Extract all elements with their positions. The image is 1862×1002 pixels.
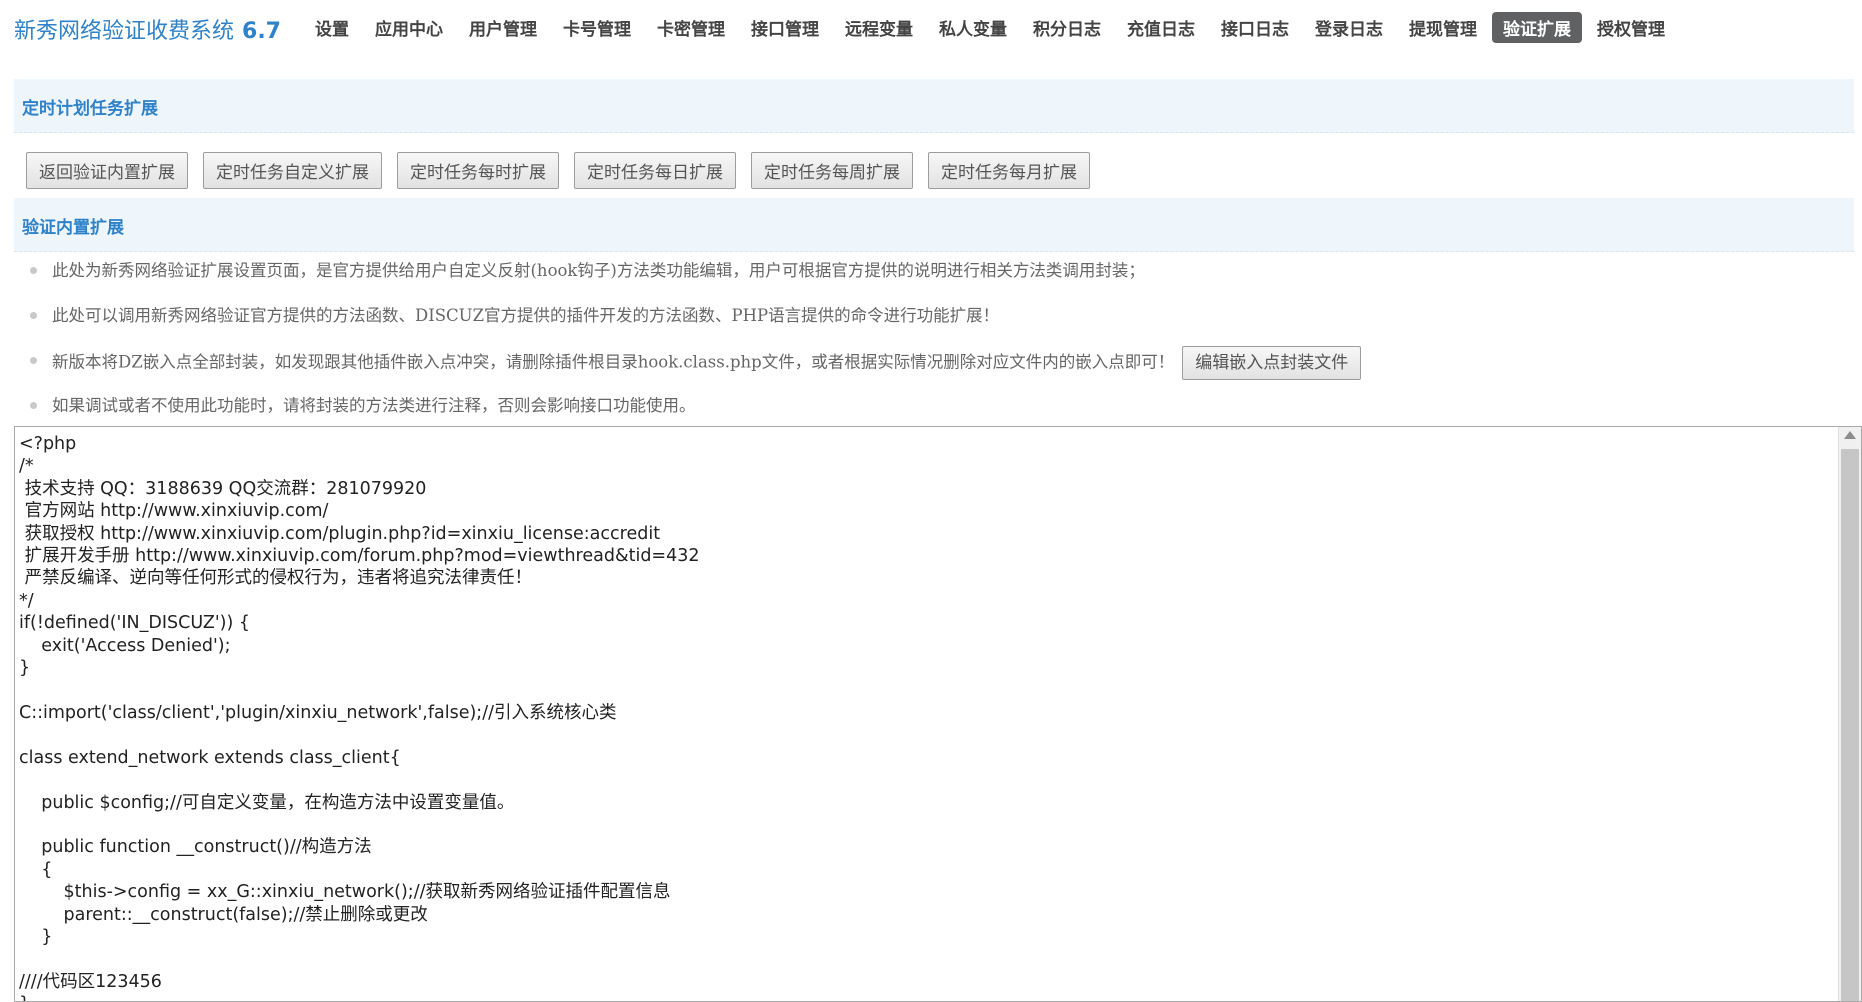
- note-text: 新版本将DZ嵌入点全部封装，如发现跟其他插件嵌入点冲突，请删除插件根目录hook…: [52, 352, 1175, 372]
- nav-item-card-number-management[interactable]: 卡号管理: [552, 12, 642, 43]
- scroll-up-arrow-icon[interactable]: [1844, 431, 1856, 439]
- cron-custom-button[interactable]: 定时任务自定义扩展: [203, 152, 382, 189]
- note-text: 如果调试或者不使用此功能时，请将封装的方法类进行注释，否则会影响接口功能使用。: [52, 396, 696, 415]
- note-text: 此处为新秀网络验证扩展设置页面，是官方提供给用户自定义反射(hook钩子)方法类…: [52, 261, 1145, 280]
- note-text: 此处可以调用新秀网络验证官方提供的方法函数、DISCUZ官方提供的插件开发的方法…: [52, 306, 1000, 325]
- main-nav: 设置 应用中心 用户管理 卡号管理 卡密管理 接口管理 远程变量 私人变量 积分…: [304, 12, 1680, 43]
- cron-section-title: 定时计划任务扩展: [22, 99, 158, 119]
- nav-item-verification-extension[interactable]: 验证扩展: [1492, 12, 1582, 43]
- brand-title: 新秀网络验证收费系统 6.7: [14, 13, 281, 45]
- brand-name: 新秀网络验证收费系统: [14, 19, 235, 44]
- code-editor-content[interactable]: <?php /* 技术支持 QQ：3188639 QQ交流群：281079920…: [19, 433, 1835, 1001]
- code-editor[interactable]: <?php /* 技术支持 QQ：3188639 QQ交流群：281079920…: [14, 426, 1862, 1002]
- nav-item-api-log[interactable]: 接口日志: [1210, 12, 1300, 43]
- scrollbar-thumb[interactable]: [1841, 449, 1859, 1001]
- nav-item-card-key-management[interactable]: 卡密管理: [646, 12, 736, 43]
- nav-item-user-management[interactable]: 用户管理: [458, 12, 548, 43]
- notes-list: 此处为新秀网络验证扩展设置页面，是官方提供给用户自定义反射(hook钩子)方法类…: [26, 256, 1846, 436]
- nav-item-private-variables[interactable]: 私人变量: [928, 12, 1018, 43]
- top-navigation-bar: 新秀网络验证收费系统 6.7 设置 应用中心 用户管理 卡号管理 卡密管理 接口管…: [0, 0, 1862, 56]
- cron-hourly-button[interactable]: 定时任务每时扩展: [397, 152, 559, 189]
- cron-monthly-button[interactable]: 定时任务每月扩展: [928, 152, 1090, 189]
- cron-daily-button[interactable]: 定时任务每日扩展: [574, 152, 736, 189]
- list-item: 此处为新秀网络验证扩展设置页面，是官方提供给用户自定义反射(hook钩子)方法类…: [26, 256, 1846, 301]
- nav-item-settings[interactable]: 设置: [304, 12, 360, 43]
- nav-item-app-center[interactable]: 应用中心: [364, 12, 454, 43]
- nav-item-api-management[interactable]: 接口管理: [740, 12, 830, 43]
- nav-item-remote-variables[interactable]: 远程变量: [834, 12, 924, 43]
- cron-section-header: 定时计划任务扩展: [14, 79, 1854, 133]
- list-item: 新版本将DZ嵌入点全部封装，如发现跟其他插件嵌入点冲突，请删除插件根目录hook…: [26, 346, 1846, 391]
- extension-button-row: 返回验证内置扩展 定时任务自定义扩展 定时任务每时扩展 定时任务每日扩展 定时任…: [26, 152, 1090, 189]
- back-to-builtin-button[interactable]: 返回验证内置扩展: [26, 152, 188, 189]
- editor-scrollbar[interactable]: [1838, 427, 1861, 1001]
- nav-item-withdrawal-management[interactable]: 提现管理: [1398, 12, 1488, 43]
- nav-item-login-log[interactable]: 登录日志: [1304, 12, 1394, 43]
- edit-hook-file-button[interactable]: 编辑嵌入点封装文件: [1182, 346, 1362, 380]
- builtin-section-header: 验证内置扩展: [14, 198, 1854, 252]
- list-item: 此处可以调用新秀网络验证官方提供的方法函数、DISCUZ官方提供的插件开发的方法…: [26, 301, 1846, 346]
- nav-item-recharge-log[interactable]: 充值日志: [1116, 12, 1206, 43]
- nav-item-license-management[interactable]: 授权管理: [1586, 12, 1676, 43]
- nav-item-points-log[interactable]: 积分日志: [1022, 12, 1112, 43]
- brand-version: 6.7: [242, 19, 281, 44]
- builtin-section-title: 验证内置扩展: [22, 218, 124, 238]
- cron-weekly-button[interactable]: 定时任务每周扩展: [751, 152, 913, 189]
